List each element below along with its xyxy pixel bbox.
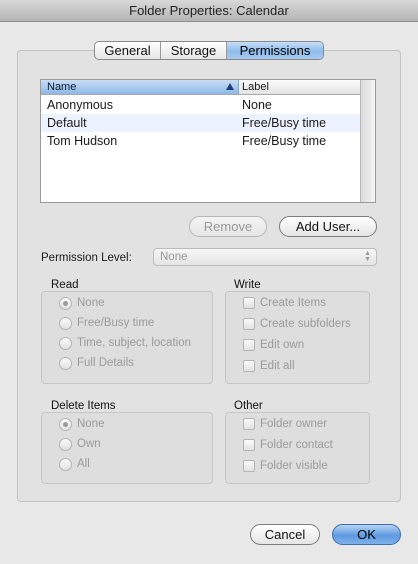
cancel-button[interactable]: Cancel (250, 524, 320, 545)
permission-level-value: None (160, 251, 188, 263)
list-row-anonymous[interactable]: Anonymous None (41, 96, 361, 114)
row-label: None (242, 98, 272, 112)
read-option-none[interactable]: None (59, 296, 105, 310)
delete-items-group-title: Delete Items (51, 400, 116, 412)
radio-selected-icon (59, 417, 72, 431)
add-user-button[interactable]: Add User... (279, 216, 377, 237)
radio-selected-icon (59, 296, 72, 310)
other-option-folder-owner[interactable]: Folder owner (243, 417, 327, 431)
checkbox-icon (243, 460, 255, 472)
delete-option-none[interactable]: None (59, 417, 105, 431)
list-row-tom-hudson[interactable]: Tom Hudson Free/Busy time (41, 132, 361, 150)
checkbox-icon (243, 439, 255, 451)
row-label: Free/Busy time (242, 116, 327, 130)
option-label: All (77, 458, 90, 470)
column-name-label: Name (47, 81, 77, 93)
option-label: None (77, 418, 105, 430)
option-label: Free/Busy time (77, 317, 155, 329)
row-label: Free/Busy time (242, 134, 327, 148)
other-option-folder-visible[interactable]: Folder visible (243, 459, 328, 473)
delete-option-own[interactable]: Own (59, 437, 101, 451)
checkbox-icon (243, 297, 255, 309)
other-group-title: Other (234, 400, 263, 412)
option-label: Folder visible (260, 460, 328, 472)
radio-icon (59, 356, 72, 370)
row-name: Tom Hudson (47, 134, 118, 148)
read-option-full-details[interactable]: Full Details (59, 356, 134, 370)
column-header-name[interactable]: Name (41, 80, 239, 94)
row-name: Default (47, 116, 87, 130)
checkbox-icon (243, 418, 255, 430)
user-list[interactable]: Name Label Anonymous None Default Free/B… (40, 79, 376, 203)
popup-arrows-icon: ▲ ▼ (364, 250, 371, 263)
ok-button[interactable]: OK (332, 524, 401, 545)
write-option-edit-own[interactable]: Edit own (243, 338, 304, 352)
option-label: Create subfolders (260, 318, 351, 330)
option-label: Edit own (260, 339, 305, 351)
write-option-create-items[interactable]: Create Items (243, 296, 326, 310)
write-option-create-subfolders[interactable]: Create subfolders (243, 317, 351, 331)
radio-icon (59, 437, 72, 451)
remove-button[interactable]: Remove (189, 216, 267, 237)
option-label: Folder owner (260, 418, 328, 430)
list-row-default[interactable]: Default Free/Busy time (41, 114, 361, 132)
checkbox-icon (243, 339, 255, 351)
list-header: Name Label (41, 80, 361, 95)
list-scrollbar[interactable] (360, 80, 375, 202)
write-group-title: Write (234, 279, 261, 291)
delete-option-all[interactable]: All (59, 457, 90, 471)
option-label: Time, subject, location (77, 337, 191, 349)
checkbox-icon (243, 360, 255, 372)
sort-ascending-icon (226, 83, 234, 90)
option-label: Own (77, 438, 101, 450)
checkbox-icon (243, 318, 255, 330)
tab-permissions[interactable]: Permissions (227, 42, 323, 59)
radio-icon (59, 336, 72, 350)
write-option-edit-all[interactable]: Edit all (243, 359, 295, 373)
permission-level-label: Permission Level: (41, 252, 132, 264)
other-option-folder-contact[interactable]: Folder contact (243, 438, 333, 452)
tab-general[interactable]: General (95, 42, 161, 59)
option-label: Folder contact (260, 439, 333, 451)
radio-icon (59, 316, 72, 330)
read-option-time-subject-location[interactable]: Time, subject, location (59, 336, 191, 350)
column-header-label[interactable]: Label (239, 80, 361, 94)
list-rows: Anonymous None Default Free/Busy time To… (41, 96, 361, 150)
window-title: Folder Properties: Calendar (0, 0, 418, 22)
option-label: Create Items (260, 297, 326, 309)
row-name: Anonymous (47, 98, 114, 112)
permission-level-select[interactable]: None ▲ ▼ (153, 248, 377, 266)
option-label: Full Details (77, 357, 134, 369)
tab-bar: General Storage Permissions (94, 41, 324, 60)
option-label: Edit all (260, 360, 295, 372)
radio-icon (59, 457, 72, 471)
tab-storage[interactable]: Storage (161, 42, 227, 59)
option-label: None (77, 297, 105, 309)
read-group-title: Read (51, 279, 79, 291)
read-option-free-busy[interactable]: Free/Busy time (59, 316, 154, 330)
